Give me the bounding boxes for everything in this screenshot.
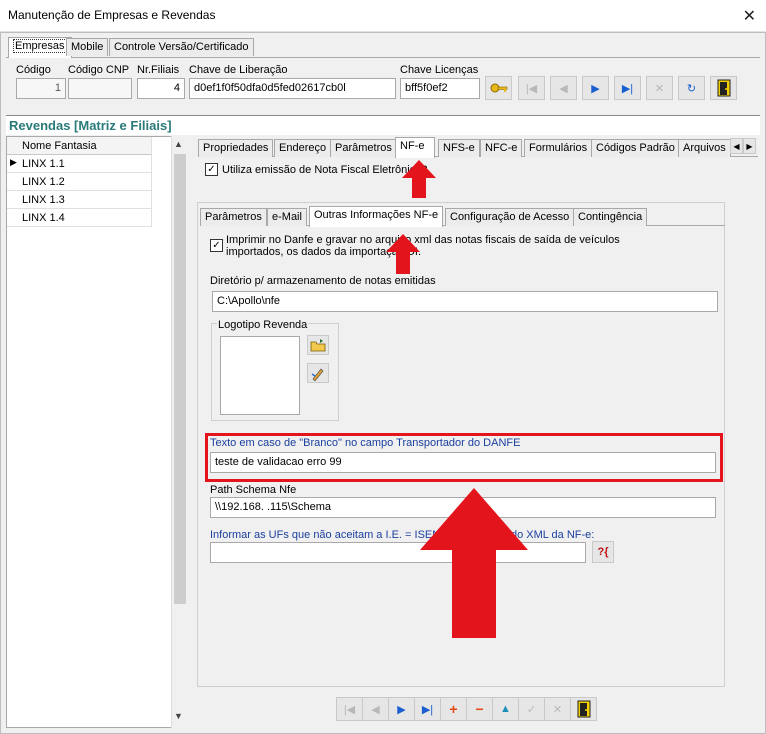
- first-record-button[interactable]: |◀: [336, 697, 363, 721]
- cancel-icon[interactable]: ✕: [544, 697, 571, 721]
- top-tab-strip: Empresas Mobile Controle Versão/Certific…: [6, 36, 760, 58]
- chave-liberacao-label: Chave de Liberação: [189, 64, 288, 76]
- subtab-contingencia[interactable]: Contingência: [573, 208, 648, 226]
- edit-icon[interactable]: ▲: [492, 697, 519, 721]
- subtab-email[interactable]: e-Mail: [267, 208, 307, 226]
- subtab-parametros[interactable]: Parâmetros: [200, 208, 267, 226]
- clear-image-icon[interactable]: [307, 363, 329, 383]
- scroll-down-icon[interactable]: ▼: [174, 711, 183, 721]
- scroll-up-icon[interactable]: ▲: [174, 139, 183, 149]
- tab-empresas[interactable]: Empresas: [8, 37, 72, 58]
- tab-arquivos[interactable]: Arquivos: [678, 139, 731, 157]
- prev-record-button[interactable]: ◀: [550, 76, 577, 100]
- revendas-header: Revendas [Matriz e Filiais]: [6, 115, 760, 135]
- texto-branco-field[interactable]: teste de validacao erro 99: [210, 452, 716, 473]
- last-record-button[interactable]: ▶|: [414, 697, 441, 721]
- tab-nfce[interactable]: NFC-e: [480, 139, 523, 157]
- red-arrow-icon: [402, 160, 436, 198]
- tab-endereco[interactable]: Endereço: [274, 139, 332, 157]
- codigo-cnp-label: Código CNP: [68, 64, 130, 76]
- codigo-cnp-field[interactable]: [68, 78, 132, 99]
- list-item[interactable]: LINX 1.4: [7, 209, 152, 227]
- red-arrow-icon: [386, 234, 420, 274]
- prev-record-button[interactable]: ◀: [362, 697, 389, 721]
- remove-icon[interactable]: −: [466, 697, 493, 721]
- diretorio-field[interactable]: C:\Apollo\nfe: [212, 291, 718, 312]
- cancel-icon[interactable]: ✕: [646, 76, 673, 100]
- texto-branco-label: Texto em caso de "Branco" no campo Trans…: [210, 437, 521, 449]
- exit-door-icon[interactable]: [710, 76, 737, 100]
- grid-scrollbar[interactable]: ▲ ▼: [171, 136, 188, 728]
- logotipo-image-box[interactable]: [220, 336, 300, 415]
- list-item[interactable]: LINX 1.2: [7, 173, 152, 191]
- codigo-field[interactable]: 1: [16, 78, 66, 99]
- column-header[interactable]: Nome Fantasia: [7, 137, 152, 155]
- window-title: Manutenção de Empresas e Revendas: [8, 8, 216, 22]
- tab-scroll-left-icon[interactable]: ◀: [730, 138, 743, 154]
- close-icon[interactable]: ✕: [743, 6, 756, 26]
- exit-door-icon[interactable]: [570, 697, 597, 721]
- nr-filiais-label: Nr.Filiais: [137, 64, 180, 76]
- tab-parametros[interactable]: Parâmetros: [330, 139, 397, 157]
- logotipo-label: Logotipo Revenda: [217, 319, 309, 331]
- scroll-thumb[interactable]: [174, 154, 186, 604]
- nr-filiais-field[interactable]: 4: [137, 78, 185, 99]
- subtab-outras-informacoes[interactable]: Outras Informações NF-e: [309, 206, 444, 227]
- tab-scroll-right-icon[interactable]: ▶: [743, 138, 756, 154]
- title-bar: Manutenção de Empresas e Revendas ✕: [0, 0, 766, 32]
- utiliza-nfe-checkbox[interactable]: ✓: [205, 163, 218, 176]
- row-pointer-icon: ▶: [10, 157, 17, 167]
- tab-propriedades[interactable]: Propriedades: [198, 139, 274, 157]
- codigo-label: Código: [16, 64, 51, 76]
- path-schema-label: Path Schema Nfe: [210, 484, 297, 496]
- next-record-button[interactable]: ▶: [388, 697, 415, 721]
- tab-mobile[interactable]: Mobile: [66, 38, 109, 56]
- big-red-arrow-icon: [420, 488, 528, 638]
- subtab-configuracao-acesso[interactable]: Configuração de Acesso: [445, 208, 575, 226]
- ufs-label: Informar as UFs que não aceitam a I.E. =…: [210, 529, 456, 541]
- ufs-field[interactable]: [210, 542, 586, 563]
- first-record-button[interactable]: |◀: [518, 76, 545, 100]
- tab-formularios[interactable]: Formulários: [524, 139, 593, 157]
- tab-nfe[interactable]: NF-e: [395, 137, 435, 158]
- next-record-button[interactable]: ▶: [582, 76, 609, 100]
- chave-liberacao-field[interactable]: d0ef1f0f50dfa0d5fed02617cb0l: [189, 78, 396, 99]
- key-icon[interactable]: [485, 76, 512, 100]
- details-tab-strip: Propriedades Endereço Parâmetros NF-e NF…: [198, 137, 758, 158]
- open-folder-icon[interactable]: [307, 335, 329, 355]
- list-item[interactable]: LINX 1.3: [7, 191, 152, 209]
- imprimir-danfe-checkbox[interactable]: ✓: [210, 239, 223, 252]
- chave-licencas-label: Chave Licenças: [400, 64, 479, 76]
- tab-nfse[interactable]: NFS-e: [438, 139, 480, 157]
- tab-codigos-padrao[interactable]: Códigos Padrão: [591, 139, 680, 157]
- tab-controle-versao[interactable]: Controle Versão/Certificado: [109, 38, 254, 56]
- imprimir-danfe-label: Imprimir no Danfe e gravar no arquivo xm…: [226, 234, 620, 258]
- confirm-icon[interactable]: ✓: [518, 697, 545, 721]
- add-icon[interactable]: +: [440, 697, 467, 721]
- list-item[interactable]: ▶ LINX 1.1: [7, 155, 152, 173]
- revendas-grid: Nome Fantasia ▶ LINX 1.1 LINX 1.2 LINX 1.…: [6, 136, 188, 728]
- last-record-button[interactable]: ▶|: [614, 76, 641, 100]
- refresh-icon[interactable]: ↻: [678, 76, 705, 100]
- diretorio-label: Diretório p/ armazenamento de notas emit…: [210, 275, 436, 287]
- utiliza-nfe-label: Utiliza emissão de Nota Fiscal Eletrônic…: [222, 164, 428, 176]
- chave-licencas-field[interactable]: bff5f0ef2: [400, 78, 480, 99]
- sub-tab-strip: Parâmetros e-Mail Outras Informações NF-…: [200, 206, 725, 227]
- help-icon[interactable]: ?{: [592, 541, 614, 563]
